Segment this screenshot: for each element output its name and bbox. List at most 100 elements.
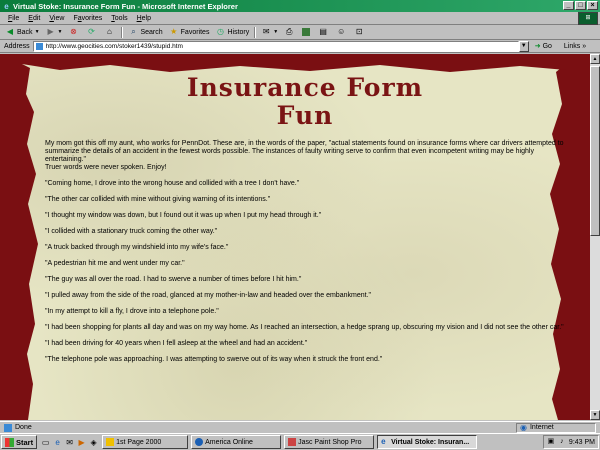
quote-item: "The telephone pole was approaching. I w…	[45, 356, 383, 363]
go-arrow-icon: ➜	[534, 43, 541, 50]
discuss-button[interactable]: ▤	[315, 26, 333, 39]
task-button-1st-page[interactable]: 1st Page 2000	[102, 435, 189, 449]
links-button[interactable]: Links »	[564, 43, 586, 50]
forward-arrow-icon: ▶	[47, 27, 54, 36]
related-icon: ⊡	[355, 27, 363, 36]
refresh-icon: ⟳	[88, 27, 95, 36]
app-quicklaunch-icon[interactable]: ◈	[88, 437, 99, 448]
home-icon: ⌂	[107, 27, 112, 36]
page-status-icon	[4, 423, 12, 432]
media-player-quicklaunch-icon[interactable]: ▶	[76, 437, 87, 448]
page-title: Insurance Form Fun	[45, 74, 565, 130]
menu-favorites-label: vorites	[81, 14, 103, 22]
menu-view-label: iew	[53, 14, 65, 22]
stop-icon: ⊗	[70, 27, 77, 36]
related-button[interactable]: ⊡	[351, 26, 369, 39]
menu-help-label: elp	[141, 14, 151, 22]
start-label: Start	[16, 437, 34, 447]
task-button-paint-shop-pro[interactable]: Jasc Paint Shop Pro	[284, 435, 375, 449]
home-button[interactable]: ⌂	[101, 26, 119, 39]
intro-text-2: Truer words were never spoken. Enjoy!	[45, 164, 167, 171]
quote-item: "I pulled away from the side of the road…	[45, 292, 371, 299]
windows-logo-icon	[5, 437, 14, 447]
outlook-quicklaunch-icon[interactable]: ✉	[64, 437, 75, 448]
search-button[interactable]: ⌕ Search	[125, 26, 165, 39]
mail-dropdown-icon[interactable]: ▼	[273, 29, 278, 35]
status-text-area: Done	[0, 423, 516, 432]
scroll-down-button[interactable]: ▼	[590, 410, 600, 420]
globe-icon: ◉	[520, 423, 527, 432]
quote-item: "Coming home, I drove into the wrong hou…	[45, 180, 300, 187]
task-label: America Online	[205, 438, 253, 446]
quote-item: "The guy was all over the road. I had to…	[45, 276, 302, 283]
article: Insurance Form Fun My mom got this off m…	[45, 74, 565, 364]
address-label: Address	[4, 42, 30, 50]
status-text: Done	[15, 424, 32, 431]
menu-file[interactable]: File	[8, 15, 19, 22]
scroll-thumb[interactable]	[590, 66, 600, 236]
quote-item: "I collided with a stationary truck comi…	[45, 228, 218, 235]
task-label: 1st Page 2000	[116, 438, 162, 446]
zone-label: Internet	[529, 424, 554, 431]
task-label: Virtual Stoke: Insuran...	[391, 438, 470, 446]
close-button[interactable]: ×	[587, 1, 598, 10]
address-bar: Address http://www.geocities.com/stoker1…	[0, 40, 600, 53]
menu-edit[interactable]: Edit	[28, 15, 40, 22]
network-tray-icon[interactable]: ▣	[547, 438, 555, 446]
favorites-label: Favorites	[180, 28, 210, 36]
volume-tray-icon[interactable]: ♪	[558, 438, 566, 446]
menu-bar: File Edit View Favorites Tools Help	[0, 12, 600, 25]
ie-quicklaunch-icon[interactable]: e	[52, 437, 63, 448]
back-button[interactable]: ◀ Back ▼	[2, 26, 43, 39]
page-title-line-1: Insurance Form	[186, 73, 424, 102]
task-button-aol[interactable]: America Online	[191, 435, 282, 449]
minimize-button[interactable]: _	[563, 1, 574, 10]
status-bar: Done ◉ Internet	[0, 421, 600, 433]
window-title-bar[interactable]: e Virtual Stoke: Insurance Form Fun - Mi…	[0, 0, 600, 12]
edit-page-icon	[302, 28, 311, 36]
mail-icon: ✉	[262, 27, 270, 36]
1st-page-app-icon	[106, 438, 115, 446]
toolbar-separator	[121, 26, 124, 38]
show-desktop-icon[interactable]: ▭	[40, 437, 51, 448]
task-button-ie-active[interactable]: e Virtual Stoke: Insuran...	[377, 435, 478, 449]
vertical-scrollbar[interactable]: ▲ ▼	[590, 54, 600, 420]
maximize-button[interactable]: □	[575, 1, 586, 10]
menu-tools[interactable]: Tools	[111, 15, 127, 22]
scroll-up-button[interactable]: ▲	[590, 54, 600, 64]
search-icon: ⌕	[131, 27, 136, 36]
stop-button[interactable]: ⊗	[65, 26, 83, 39]
system-tray: ▣ ♪ 9:43 PM	[542, 435, 599, 449]
address-url: http://www.geocities.com/stoker1439/stup…	[45, 42, 183, 50]
menu-favorites[interactable]: Favorites	[73, 15, 102, 22]
print-button[interactable]: ⎙	[281, 26, 299, 39]
intro-text: My mom got this off my aunt, who works f…	[45, 140, 564, 163]
back-dropdown-icon[interactable]: ▼	[35, 29, 40, 35]
messenger-button[interactable]: ☺	[333, 26, 351, 39]
mail-button[interactable]: ✉ ▼	[258, 26, 281, 39]
menu-edit-label: dit	[32, 14, 41, 22]
address-dropdown-button[interactable]: ▼	[518, 40, 529, 52]
ie-app-icon: e	[381, 437, 386, 446]
quote-item: "I had been driving for 40 years when I …	[45, 340, 308, 347]
refresh-button[interactable]: ⟳	[83, 26, 101, 39]
history-icon: ◷	[216, 27, 224, 36]
intro-paragraph: My mom got this off my aunt, who works f…	[45, 140, 565, 172]
forward-button[interactable]: ▶ ▼	[43, 26, 66, 39]
menu-tools-label: ools	[114, 14, 128, 22]
start-button[interactable]: Start	[1, 435, 38, 449]
menu-help[interactable]: Help	[137, 15, 151, 22]
go-button[interactable]: ➜ Go	[534, 42, 552, 51]
page-icon	[35, 42, 43, 50]
discuss-icon: ▤	[319, 27, 327, 36]
address-input[interactable]: http://www.geocities.com/stoker1439/stup…	[32, 40, 519, 52]
search-label: Search	[140, 28, 163, 36]
history-button[interactable]: ◷ History	[212, 26, 252, 39]
quote-item: "I thought my window was down, but I fou…	[45, 212, 322, 219]
forward-dropdown-icon[interactable]: ▼	[58, 29, 63, 35]
favorites-button[interactable]: ★ Favorites	[166, 26, 213, 39]
quote-item: "A pedestrian hit me and went under my c…	[45, 260, 185, 267]
menu-view[interactable]: View	[49, 15, 64, 22]
edit-button[interactable]	[299, 26, 315, 39]
clock[interactable]: 9:43 PM	[569, 439, 595, 446]
